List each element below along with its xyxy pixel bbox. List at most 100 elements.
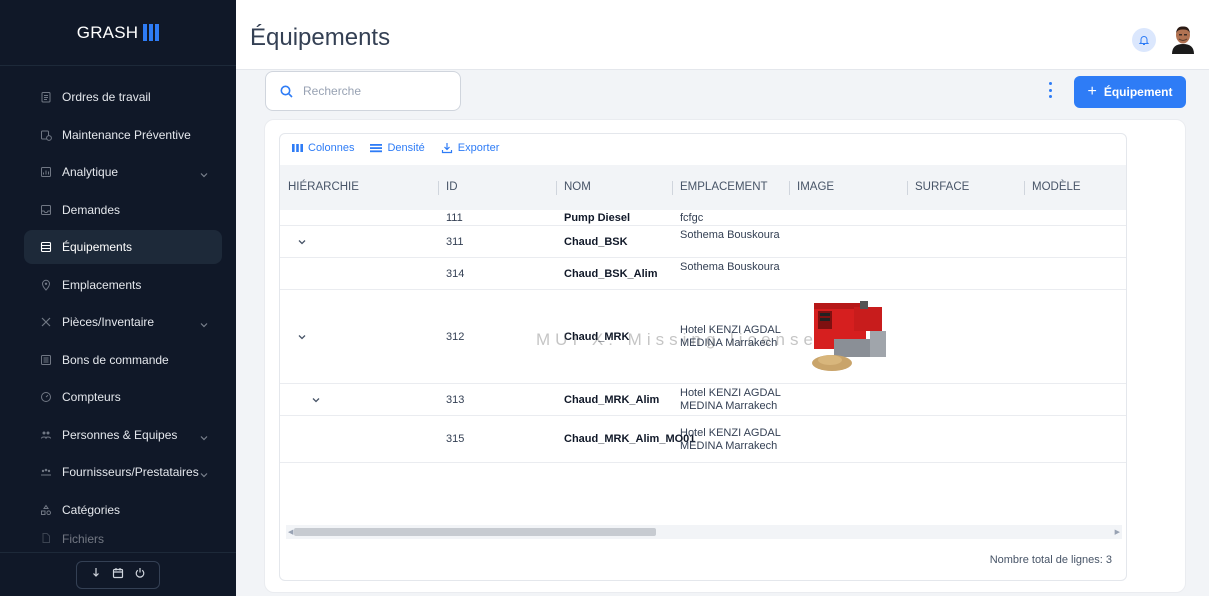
scroll-right-icon[interactable]: ▶ [1115,528,1120,536]
sidebar-item-fichiers[interactable]: Fichiers [24,530,222,546]
file-icon [40,532,52,544]
sidebar-item-label: Bons de commande [62,352,169,367]
equipment-thumbnail-image[interactable] [808,297,892,377]
table-row[interactable]: 314 Chaud_BSK_Alim Sothema Bouskoura [280,258,1126,290]
row-count: Nombre total de lignes: 3 [989,554,1112,566]
cell-name: Chaud_MRK [564,330,630,343]
sidebar-item-label: Maintenance Préventive [62,127,191,142]
columns-button[interactable]: Colonnes [292,142,354,154]
people-icon [40,429,52,441]
inbox-icon [40,204,52,216]
sidebar-item-label: Équipements [62,240,133,254]
table-row[interactable]: 312 Chaud_MRK Hotel KENZI AGDAL MEDINA Mar… [280,290,1126,384]
search-input[interactable] [303,84,443,98]
table-row[interactable]: 313 Chaud_MRK_Alim Hotel KENZI AGDAL MEDIN… [280,384,1126,416]
add-equipment-label: Équipement [1103,85,1173,99]
chevron-down-icon[interactable] [200,430,208,444]
column-header-hierarchie[interactable]: HIÉRARCHIE [288,165,359,210]
search-box[interactable] [265,71,461,111]
bell-icon [1138,36,1150,45]
power-icon[interactable] [134,567,146,582]
sidebar-item-ordres-de-travail[interactable]: Ordres de travail [24,80,222,114]
column-separator[interactable] [789,181,790,195]
column-header-id[interactable]: ID [446,165,458,210]
column-header-emplacement[interactable]: EMPLACEMENT [680,165,768,210]
archive-icon [40,241,52,253]
grid-toolbar: Colonnes Densité Exporter [292,142,499,154]
calendar-icon[interactable] [112,567,124,582]
more-options-button[interactable] [1046,80,1054,100]
cell-location: Hotel KENZI AGDAL MEDINA Marrakech [680,426,781,452]
sidebar-item-label: Pièces/Inventaire [62,315,155,329]
columns-label: Colonnes [308,142,355,154]
column-header-image[interactable]: IMAGE [797,165,834,210]
equipment-grid: Colonnes Densité Exporter HIÉRARCHIE ID NO… [279,133,1127,581]
location-pin-icon [40,279,52,291]
cell-location: Hotel KENZI AGDAL MEDINA Marrakech [680,387,781,412]
cell-id: 315 [446,433,465,445]
sidebar-item-compteurs[interactable]: Compteurs [24,380,222,414]
column-separator[interactable] [907,181,908,195]
sidebar-nav: Ordres de travail Maintenance Préventive A… [0,80,236,550]
column-separator[interactable] [556,181,557,195]
sidebar-item-cat-gories[interactable]: Catégories [24,493,222,527]
cell-name: Chaud_BSK [564,235,628,248]
columns-icon [292,144,303,152]
notifications-button[interactable] [1132,28,1156,52]
cell-id: 111 [446,211,463,224]
column-separator[interactable] [438,181,439,195]
sidebar-item-label: Personnes & Equipes [62,427,178,442]
add-equipment-button[interactable]: + Équipement [1074,76,1186,108]
export-button[interactable]: Exporter [441,142,500,154]
list-icon [40,354,52,366]
cell-id: 314 [446,267,465,280]
column-separator[interactable] [672,181,673,195]
horizontal-scrollbar[interactable]: ◀ ▶ [286,525,1122,539]
categories-icon [40,504,52,516]
table-row[interactable]: 111 Pump Diesel fcfgc [280,210,1126,226]
grid-body: 111 Pump Diesel fcfgc 311 Chaud_BSK Sothema B… [280,210,1126,463]
cell-name: Pump Diesel [564,211,631,224]
sidebar-item-quipements[interactable]: Équipements [24,230,222,264]
sidebar-item-analytique[interactable]: Analytique [24,155,222,189]
expand-row-icon[interactable] [308,392,324,408]
column-header-modele[interactable]: MODÈLE [1032,165,1081,210]
sidebar-item-bons-de-commande[interactable]: Bons de commande [24,343,222,377]
cell-name: Chaud_BSK_Alim [564,267,658,280]
search-icon [280,85,293,98]
chart-icon [40,166,52,178]
brand-logo[interactable]: GRASH [0,0,236,66]
chevron-down-icon[interactable] [200,167,208,181]
cell-id: 313 [446,393,465,406]
column-header-nom[interactable]: NOM [564,165,591,210]
plus-icon: + [1087,83,1097,100]
sidebar-item-fournisseurs-prestataires[interactable]: Fournisseurs/Prestataires [24,455,222,489]
table-row[interactable]: 315 Chaud_MRK_Alim_MO01 Hotel KENZI AGDAL … [280,416,1126,463]
cell-name: Chaud_MRK_Alim [564,393,660,406]
column-separator[interactable] [1024,181,1025,195]
sidebar-item-label: Demandes [62,202,121,217]
cell-location: Sothema Bouskoura [680,261,780,273]
sidebar-item-pi-ces-inventaire[interactable]: Pièces/Inventaire [24,305,222,339]
scrollbar-thumb[interactable] [294,528,656,536]
scroll-left-icon[interactable]: ◀ [288,528,293,536]
expand-row-icon[interactable] [294,329,310,345]
avatar[interactable] [1170,24,1196,54]
chevron-down-icon[interactable] [200,317,208,331]
upload-icon[interactable] [90,567,102,582]
cell-id: 311 [446,235,464,248]
sidebar-item-demandes[interactable]: Demandes [24,193,222,227]
column-header-surface[interactable]: SURFACE [915,165,969,210]
density-button[interactable]: Densité [370,142,425,154]
sidebar-item-label: Analytique [62,165,119,179]
cell-location: fcfgc [680,211,704,224]
sidebar-item-emplacements[interactable]: Emplacements [24,268,222,302]
gauge-icon [40,391,52,403]
clipboard-icon [40,91,52,103]
table-row[interactable]: 311 Chaud_BSK Sothema Bouskoura [280,226,1126,258]
export-label: Exporter [457,142,500,154]
chevron-down-icon[interactable] [200,467,208,481]
expand-row-icon[interactable] [294,234,310,250]
sidebar-item-maintenance-pr-ventive[interactable]: Maintenance Préventive [24,118,222,152]
sidebar-item-personnes-equipes[interactable]: Personnes & Equipes [24,418,222,452]
